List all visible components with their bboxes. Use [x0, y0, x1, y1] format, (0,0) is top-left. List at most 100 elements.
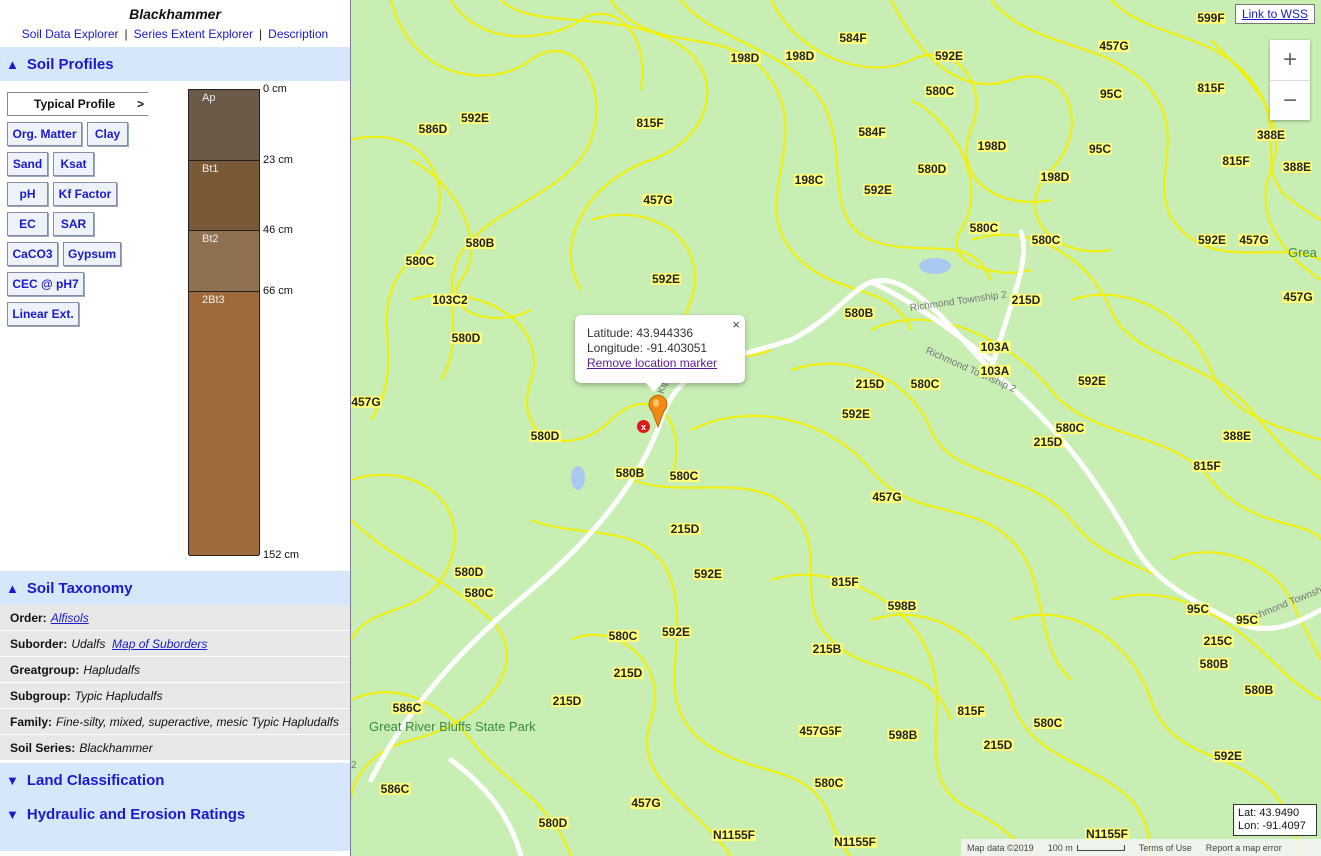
- typical-profile-button[interactable]: Typical Profile >: [7, 92, 148, 116]
- soil-unit-label[interactable]: 215D: [669, 523, 701, 535]
- soil-unit-label[interactable]: 580C: [607, 630, 639, 642]
- zoom-out-button[interactable]: −: [1270, 80, 1310, 120]
- soil-unit-label[interactable]: 580C: [1054, 422, 1086, 434]
- gypsum-button[interactable]: Gypsum: [63, 242, 121, 266]
- soil-unit-label[interactable]: 215D: [1010, 294, 1042, 306]
- soil-unit-label[interactable]: 815F: [1221, 155, 1251, 167]
- soil-data-explorer-link[interactable]: Soil Data Explorer: [22, 27, 119, 41]
- soil-unit-label[interactable]: 103A: [979, 365, 1011, 377]
- hydraulic-erosion-header[interactable]: ▼ Hydraulic and Erosion Ratings: [0, 797, 350, 831]
- soil-unit-label[interactable]: 599F: [1196, 12, 1226, 24]
- soil-unit-label[interactable]: 592E: [692, 568, 724, 580]
- soil-unit-label[interactable]: 580C: [968, 222, 1000, 234]
- soil-unit-label[interactable]: 215D: [612, 667, 644, 679]
- zoom-in-button[interactable]: +: [1270, 40, 1310, 80]
- soil-unit-label[interactable]: 457G: [1098, 40, 1130, 52]
- report-map-error-link[interactable]: Report a map error: [1206, 843, 1282, 853]
- soil-unit-label[interactable]: N1155F: [711, 829, 757, 841]
- soil-unit-label[interactable]: 215D: [854, 378, 886, 390]
- soil-unit-label[interactable]: 198D: [1039, 171, 1071, 183]
- soil-unit-label[interactable]: 580C: [813, 777, 845, 789]
- location-pin-icon[interactable]: [647, 393, 669, 429]
- soil-unit-label[interactable]: 457G: [642, 194, 674, 206]
- soil-unit-label[interactable]: 815F: [1192, 460, 1222, 472]
- soil-unit-label[interactable]: 388E: [1281, 161, 1313, 173]
- soil-taxonomy-header[interactable]: ▲ Soil Taxonomy: [0, 571, 350, 605]
- soil-unit-label[interactable]: 592E: [1212, 750, 1244, 762]
- map-of-suborders-link[interactable]: Map of Suborders: [112, 637, 207, 651]
- soil-unit-label[interactable]: 815F: [635, 117, 665, 129]
- soil-unit-label[interactable]: 198D: [784, 50, 816, 62]
- cec-ph7-button[interactable]: CEC @ pH7: [7, 272, 84, 296]
- alfisols-link[interactable]: Alfisols: [51, 611, 89, 625]
- soil-unit-label[interactable]: 457G: [798, 725, 830, 737]
- soil-unit-label[interactable]: 580D: [453, 566, 485, 578]
- soil-unit-label[interactable]: 592E: [660, 626, 692, 638]
- soil-unit-label[interactable]: 580D: [537, 817, 569, 829]
- clay-button[interactable]: Clay: [87, 122, 128, 146]
- soil-unit-label[interactable]: 580C: [463, 587, 495, 599]
- soil-unit-label[interactable]: 457G: [630, 797, 662, 809]
- soil-unit-label[interactable]: 598B: [886, 600, 918, 612]
- soil-unit-label[interactable]: 580C: [1032, 717, 1064, 729]
- soil-unit-label[interactable]: 592E: [933, 50, 965, 62]
- soil-unit-label[interactable]: 103A: [979, 341, 1011, 353]
- sar-button[interactable]: SAR: [53, 212, 94, 236]
- soil-profiles-header[interactable]: ▲ Soil Profiles: [0, 47, 350, 81]
- close-icon[interactable]: ×: [732, 317, 740, 332]
- soil-unit-label[interactable]: 584F: [838, 32, 868, 44]
- link-to-wss[interactable]: Link to WSS: [1234, 4, 1315, 24]
- soil-unit-label[interactable]: 592E: [650, 273, 682, 285]
- soil-unit-label[interactable]: 815F: [830, 576, 860, 588]
- soil-unit-label[interactable]: 580B: [464, 237, 496, 249]
- soil-unit-label[interactable]: 215C: [1202, 635, 1234, 647]
- soil-unit-label[interactable]: 580C: [668, 470, 700, 482]
- soil-unit-label[interactable]: 103C2: [431, 294, 469, 306]
- linear-ext-button[interactable]: Linear Ext.: [7, 302, 79, 326]
- land-classification-header[interactable]: ▼ Land Classification: [0, 763, 350, 797]
- soil-unit-label[interactable]: 586C: [391, 702, 423, 714]
- soil-unit-label[interactable]: 580B: [614, 467, 646, 479]
- sand-button[interactable]: Sand: [7, 152, 48, 176]
- ec-button[interactable]: EC: [7, 212, 48, 236]
- soil-unit-label[interactable]: N1155F: [832, 836, 878, 848]
- series-extent-explorer-link[interactable]: Series Extent Explorer: [134, 27, 253, 41]
- ksat-button[interactable]: Ksat: [53, 152, 94, 176]
- soil-unit-label[interactable]: 580C: [909, 378, 941, 390]
- soil-unit-label[interactable]: 580C: [924, 85, 956, 97]
- soil-unit-label[interactable]: 95C: [1185, 603, 1211, 615]
- soil-map[interactable]: Richmond Township 2 Richmond Township 2 …: [351, 0, 1321, 856]
- soil-unit-label[interactable]: 592E: [862, 184, 894, 196]
- soil-unit-label[interactable]: 198D: [729, 52, 761, 64]
- ph-button[interactable]: pH: [7, 182, 48, 206]
- soil-unit-label[interactable]: 592E: [1076, 375, 1108, 387]
- soil-unit-label[interactable]: 815F: [956, 705, 986, 717]
- soil-unit-label[interactable]: 592E: [1196, 234, 1228, 246]
- soil-unit-label[interactable]: 388E: [1221, 430, 1253, 442]
- soil-unit-label[interactable]: 580C: [404, 255, 436, 267]
- soil-unit-label[interactable]: 815F: [1196, 82, 1226, 94]
- soil-unit-label[interactable]: 592E: [840, 408, 872, 420]
- soil-unit-label[interactable]: 580B: [1198, 658, 1230, 670]
- soil-unit-label[interactable]: 580D: [450, 332, 482, 344]
- terms-of-use-link[interactable]: Terms of Use: [1139, 843, 1192, 853]
- soil-unit-label[interactable]: 215D: [551, 695, 583, 707]
- soil-unit-label[interactable]: 580D: [529, 430, 561, 442]
- soil-unit-label[interactable]: 584F: [857, 126, 887, 138]
- soil-unit-label[interactable]: 95C: [1234, 614, 1260, 626]
- soil-unit-label[interactable]: 580C: [1030, 234, 1062, 246]
- soil-unit-label[interactable]: 457G: [1282, 291, 1314, 303]
- soil-unit-label[interactable]: 580D: [916, 163, 948, 175]
- marker-x-icon[interactable]: x: [637, 420, 650, 433]
- soil-unit-label[interactable]: 457G: [871, 491, 903, 503]
- soil-unit-label[interactable]: 215D: [1032, 436, 1064, 448]
- soil-unit-label[interactable]: 198C: [793, 174, 825, 186]
- soil-unit-label[interactable]: 598B: [887, 729, 919, 741]
- remove-marker-link[interactable]: Remove location marker: [587, 356, 717, 370]
- soil-unit-label[interactable]: 215B: [811, 643, 843, 655]
- kf-factor-button[interactable]: Kf Factor: [53, 182, 117, 206]
- soil-unit-label[interactable]: 198D: [976, 140, 1008, 152]
- description-link[interactable]: Description: [268, 27, 328, 41]
- soil-unit-label[interactable]: 580B: [843, 307, 875, 319]
- soil-unit-label[interactable]: 95C: [1087, 143, 1113, 155]
